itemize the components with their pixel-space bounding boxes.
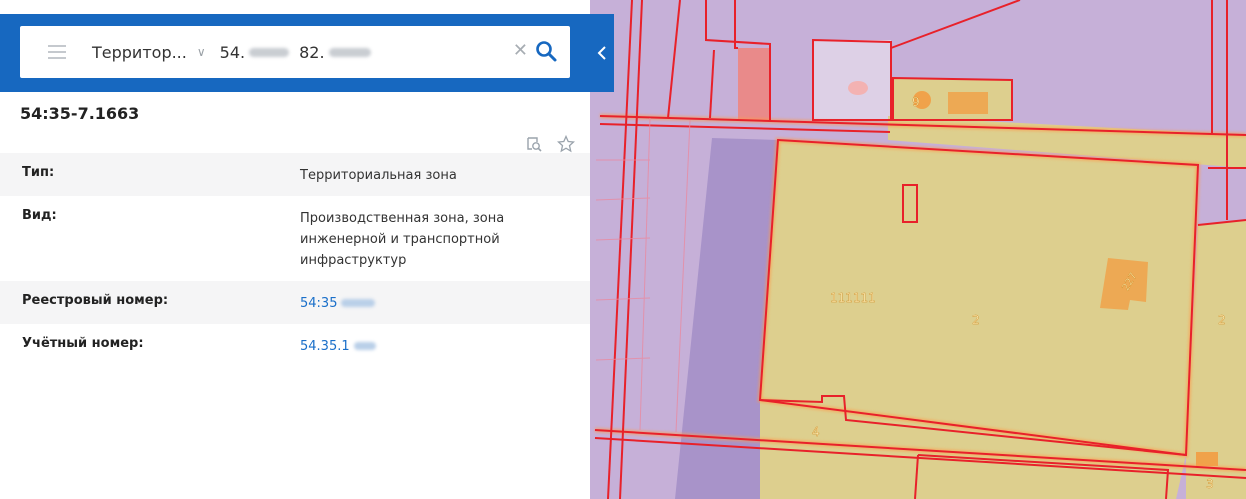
account-number-link[interactable]: 54.35.1 xyxy=(300,336,550,357)
property-label: Реестровый номер: xyxy=(22,293,169,308)
properties-table: Тип: Территориальная зона Вид: Производс… xyxy=(0,153,590,367)
building-pink-blob xyxy=(848,81,868,95)
building-orange-small xyxy=(1196,452,1218,466)
property-value: Территориальная зона xyxy=(300,168,457,183)
object-actions xyxy=(525,135,575,153)
chevron-left-icon xyxy=(597,46,606,60)
map-label-111111: 111111 xyxy=(830,291,876,305)
menu-icon[interactable] xyxy=(48,41,66,63)
property-label: Вид: xyxy=(22,208,57,223)
search-bar: Территор... ∨ 54. 82. ✕ xyxy=(0,14,590,92)
redacted-blur xyxy=(249,47,290,57)
map-label-2: 2 xyxy=(972,313,980,327)
search-input[interactable]: 54. 82. xyxy=(220,43,375,62)
property-row: Учётный номер: 54.35.1 xyxy=(0,324,590,367)
property-row: Вид: Производственная зона, зона инженер… xyxy=(0,196,590,281)
property-value: Производственная зона, зона инженерной и… xyxy=(300,211,505,268)
star-icon[interactable] xyxy=(557,135,575,153)
collapse-panel-button[interactable] xyxy=(590,14,614,92)
info-panel: Территор... ∨ 54. 82. ✕ 54:35-7.1663 Тип… xyxy=(0,0,614,499)
property-label: Учётный номер: xyxy=(22,336,144,351)
property-value: 54.35.1 xyxy=(300,339,350,354)
coord-lon: 82. xyxy=(299,42,325,62)
search-icon[interactable] xyxy=(534,39,558,63)
map-label-9: 9 xyxy=(912,95,920,109)
map-label-4: 4 xyxy=(812,425,820,439)
redacted-blur xyxy=(353,342,376,350)
object-title: 54:35-7.1663 xyxy=(20,104,140,123)
coord-lat: 54. xyxy=(219,42,246,62)
zoom-to-object-icon[interactable] xyxy=(525,135,543,153)
registry-number-link[interactable]: 54:35 xyxy=(300,293,550,314)
building-orange-top xyxy=(948,92,988,114)
plot-top-light xyxy=(813,40,891,120)
map-label-2-right: 2 xyxy=(1218,313,1226,327)
chevron-down-icon: ∨ xyxy=(196,45,206,59)
search-box[interactable]: Территор... ∨ 54. 82. ✕ xyxy=(20,26,570,78)
redacted-blur xyxy=(341,299,376,307)
redacted-blur xyxy=(328,47,371,57)
property-label: Тип: xyxy=(22,165,55,180)
close-icon[interactable]: ✕ xyxy=(513,40,528,61)
map-label-3: 3 xyxy=(1206,477,1214,491)
type-select-label: Территор... xyxy=(92,42,187,62)
type-select[interactable]: Территор... ∨ xyxy=(92,43,206,62)
building-red xyxy=(738,48,770,120)
property-row: Реестровый номер: 54:35 xyxy=(0,281,590,324)
property-value: 54:35 xyxy=(300,296,338,311)
property-row: Тип: Территориальная зона xyxy=(0,153,590,196)
